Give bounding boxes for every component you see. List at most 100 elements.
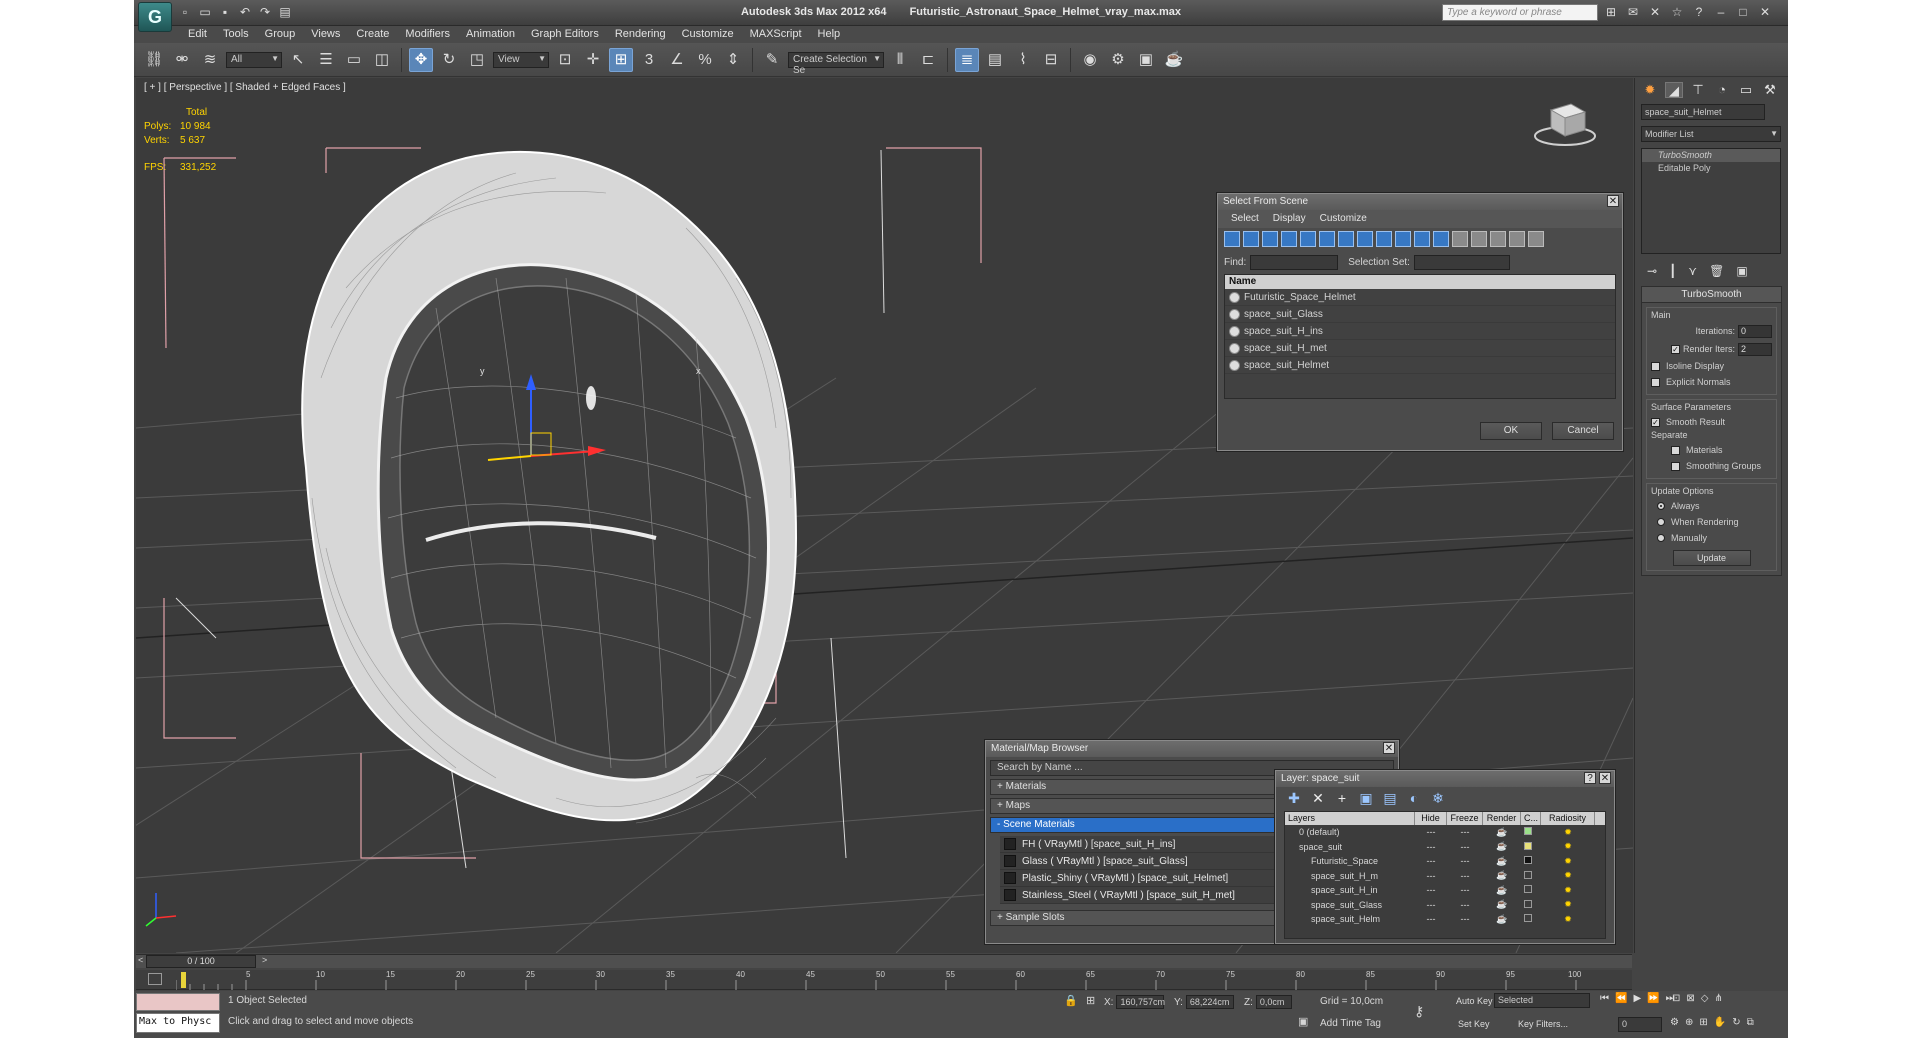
list-item[interactable]: space_suit_Helmet <box>1225 357 1615 374</box>
menu-display[interactable]: Display <box>1268 213 1311 225</box>
radiosity-icon[interactable]: ✹ <box>1541 899 1595 910</box>
add-time-tag-button[interactable]: Add Time Tag <box>1320 1018 1381 1029</box>
make-unique-icon[interactable]: ⋎ <box>1688 264 1697 278</box>
remove-modifier-icon[interactable]: 🗑 <box>1709 264 1724 278</box>
help-search-input[interactable]: Type a keyword or phrase <box>1442 4 1598 21</box>
show-end-result-icon[interactable]: ┃ <box>1669 264 1676 278</box>
percent-snap-icon[interactable]: % <box>693 48 717 72</box>
configure-sets-icon[interactable]: ▣ <box>1736 264 1747 278</box>
delete-layer-icon[interactable]: ✕ <box>1310 790 1326 806</box>
render-teapot-icon[interactable]: ☕ <box>1483 841 1521 852</box>
isoline-checkbox[interactable] <box>1651 361 1660 371</box>
zoom-extents-all-icon[interactable]: ⊠ <box>1686 993 1694 1004</box>
display-spacewarps-icon[interactable] <box>1319 231 1335 247</box>
communication-icon[interactable]: ✉ <box>1626 5 1640 19</box>
hide-toggle[interactable]: --- <box>1415 900 1447 910</box>
tools-icon[interactable]: ✕ <box>1648 5 1662 19</box>
time-config-icon[interactable]: ⚙ <box>1670 1017 1679 1028</box>
col-hide[interactable]: Hide <box>1415 812 1447 825</box>
layer-color-swatch[interactable] <box>1524 841 1532 850</box>
render-teapot-icon[interactable]: ☕ <box>1483 885 1521 896</box>
render-teapot-icon[interactable]: ☕ <box>1483 870 1521 881</box>
layer-color-swatch[interactable] <box>1524 914 1532 923</box>
display-groups-icon[interactable] <box>1338 231 1354 247</box>
select-all-icon[interactable] <box>1452 231 1468 247</box>
selection-filter-dropdown[interactable]: All <box>226 51 282 68</box>
selected-dropdown[interactable]: Selected <box>1494 993 1590 1008</box>
x-field[interactable]: 160,757cm <box>1116 995 1165 1009</box>
name-column-header[interactable]: Name <box>1225 275 1615 289</box>
layer-color-swatch[interactable] <box>1524 856 1532 865</box>
prev-frame-icon[interactable]: < <box>138 955 143 965</box>
edit-named-selection-icon[interactable]: ✎ <box>760 48 784 72</box>
menu-select[interactable]: Select <box>1226 213 1264 225</box>
select-layer-objects-icon[interactable]: ▤ <box>1382 790 1398 806</box>
table-row[interactable]: space_suit --- --- ☕ ✹ <box>1285 840 1605 855</box>
minimize-icon[interactable]: – <box>1714 5 1728 19</box>
stack-item-turbosmooth[interactable]: TurboSmooth <box>1642 149 1780 162</box>
freeze-toggle[interactable]: --- <box>1447 827 1483 837</box>
selection-set-dropdown[interactable] <box>1413 254 1510 270</box>
table-row[interactable]: space_suit_H_m --- --- ☕ ✹ <box>1285 869 1605 884</box>
display-cameras-icon[interactable] <box>1281 231 1297 247</box>
render-setup-icon[interactable]: ⚙ <box>1106 48 1130 72</box>
rendered-frame-window-icon[interactable]: ▣ <box>1134 48 1158 72</box>
curve-editor-icon[interactable]: ⌇ <box>1011 48 1035 72</box>
layer-manager-icon[interactable]: ≣ <box>955 47 979 72</box>
close-icon[interactable]: ✕ <box>1607 195 1619 207</box>
select-and-rotate-icon[interactable]: ↻ <box>437 48 461 72</box>
layer-color-swatch[interactable] <box>1524 827 1532 836</box>
select-and-move-icon[interactable]: ✥ <box>409 47 433 72</box>
snaps-toggle-icon[interactable]: 3 <box>637 48 661 72</box>
window-crossing-icon[interactable]: ◫ <box>370 48 394 72</box>
col-freeze[interactable]: Freeze <box>1447 812 1483 825</box>
freeze-toggle[interactable]: --- <box>1447 885 1483 895</box>
ok-button[interactable]: OK <box>1480 422 1542 440</box>
add-to-layer-icon[interactable]: + <box>1334 790 1350 806</box>
close-icon[interactable]: ✕ <box>1383 742 1395 754</box>
stack-item-editable-poly[interactable]: Editable Poly <box>1642 162 1780 175</box>
menu-tools[interactable]: Tools <box>215 26 257 43</box>
select-invert-icon[interactable] <box>1490 231 1506 247</box>
menu-rendering[interactable]: Rendering <box>607 26 674 43</box>
zoom-icon[interactable]: ⊕ <box>1685 1017 1693 1028</box>
col-render[interactable]: Render <box>1483 812 1521 825</box>
motion-tab-icon[interactable]: ◔ <box>1713 82 1731 98</box>
smoothing-groups-checkbox[interactable] <box>1671 461 1680 471</box>
hide-toggle[interactable]: --- <box>1415 842 1447 852</box>
keyboard-shortcut-override-icon[interactable]: ⊞ <box>609 47 633 72</box>
render-iters-spinner[interactable]: 2 <box>1738 342 1772 356</box>
material-editor-icon[interactable]: ◉ <box>1078 48 1102 72</box>
render-production-icon[interactable]: ☕ <box>1162 48 1186 72</box>
hierarchy-tab-icon[interactable]: ⊤ <box>1689 82 1707 98</box>
mirror-icon[interactable]: ⫴ <box>888 48 912 72</box>
maxscript-mini-listener[interactable]: Max to Physc <box>136 1013 220 1033</box>
pivot-center-icon[interactable]: ⊡ <box>553 48 577 72</box>
iterations-spinner[interactable]: 0 <box>1738 324 1772 338</box>
time-slider[interactable]: < 0 / 100 > <box>136 954 1632 968</box>
menu-edit[interactable]: Edit <box>180 26 215 43</box>
menu-create[interactable]: Create <box>348 26 397 43</box>
pan-icon[interactable]: ✋ <box>1714 1017 1726 1028</box>
time-slider-handle[interactable]: 0 / 100 <box>146 955 256 968</box>
render-teapot-icon[interactable]: ☕ <box>1483 827 1521 838</box>
close-icon[interactable]: ✕ <box>1758 5 1772 19</box>
radiosity-icon[interactable]: ✹ <box>1541 885 1595 896</box>
radiosity-icon[interactable]: ✹ <box>1541 914 1595 925</box>
display-containers-icon[interactable] <box>1395 231 1411 247</box>
angle-snap-icon[interactable]: ∠ <box>665 48 689 72</box>
layer-color-swatch[interactable] <box>1524 870 1532 879</box>
zoom-extents-icon[interactable]: ⊡ <box>1672 993 1680 1004</box>
render-teapot-icon[interactable]: ☕ <box>1483 856 1521 867</box>
menu-customize[interactable]: Customize <box>674 26 742 43</box>
modifier-list-dropdown[interactable]: Modifier List <box>1641 126 1781 142</box>
maxscript-listener-pink[interactable] <box>136 993 220 1011</box>
graphite-modeling-icon[interactable]: ▤ <box>983 48 1007 72</box>
list-item[interactable]: space_suit_H_ins <box>1225 323 1615 340</box>
rectangular-selection-icon[interactable]: ▭ <box>342 48 366 72</box>
go-to-start-icon[interactable]: ⏮ <box>1600 993 1609 1004</box>
table-row[interactable]: Futuristic_Space --- --- ☕ ✹ <box>1285 854 1605 869</box>
list-item[interactable]: Futuristic_Space_Helmet <box>1225 289 1615 306</box>
radiosity-icon[interactable]: ✹ <box>1541 827 1595 838</box>
menu-animation[interactable]: Animation <box>458 26 523 43</box>
